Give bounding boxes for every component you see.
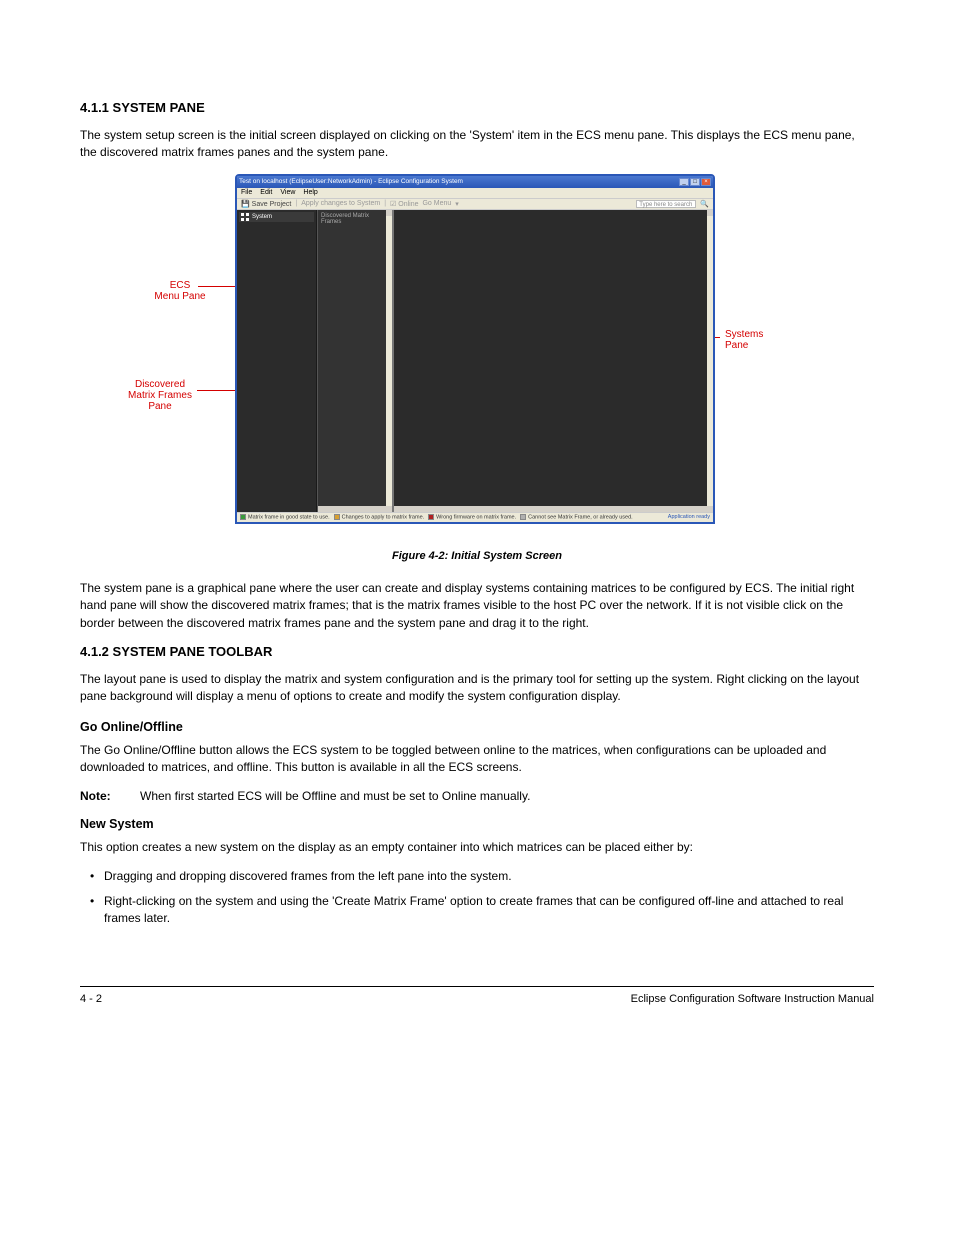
window-title: Test on localhost (EclipseUser:NetworkAd… [239,178,463,185]
content-area: System Discovered Matrix Frames [237,210,713,512]
scrollbar-v-right[interactable] [707,210,713,512]
go-menu-button[interactable]: Go Menu [422,200,451,207]
para-3: The layout pane is used to display the m… [80,671,874,706]
close-button[interactable]: × [701,178,711,186]
status-bar: Matrix frame in good state to use. Chang… [237,512,713,522]
note-block: Note: When first started ECS will be Off… [80,789,874,803]
para-5: This option creates a new system on the … [80,839,874,856]
ecs-app-window: Test on localhost (EclipseUser:NetworkAd… [235,174,715,524]
menu-view[interactable]: View [280,189,295,196]
status-unavail: Cannot see Matrix Frame, or already used… [520,514,633,520]
system-menu-item[interactable]: System [239,212,314,222]
section-4-1-1-title: 4.1.1 SYSTEM PANE [80,100,874,115]
list-item[interactable] [320,228,390,236]
para-2: The system pane is a graphical pane wher… [80,580,874,632]
figure-caption: Figure 4-2: Initial System Screen [80,550,874,562]
discovered-matrix-frames-pane[interactable]: Discovered Matrix Frames [317,210,392,512]
bullet-2: Right-clicking on the system and using t… [80,893,874,927]
discovered-header: Discovered Matrix Frames [320,212,390,228]
figure-4-2: ECSMenu Pane DiscoveredMatrix FramesPane… [80,174,874,534]
ecs-menu-pane[interactable]: System [237,210,317,512]
sub-new-system: New System [80,817,874,831]
sub-go-online: Go Online/Offline [80,720,874,734]
manual-title: Eclipse Configuration Software Instructi… [631,993,874,1005]
bullet-1: Dragging and dropping discovered frames … [80,868,874,885]
search-input[interactable]: Type here to search [636,200,696,208]
status-good: Matrix frame in good state to use. [240,514,330,520]
menu-bar: File Edit View Help [237,188,713,198]
status-mode: Application ready [668,514,710,520]
status-changes: Changes to apply to matrix frame. [334,514,425,520]
search-icon[interactable]: 🔍 [700,200,709,208]
minimize-button[interactable]: _ [679,178,689,186]
note-label: Note: [80,789,122,803]
section-4-1-2-title: 4.1.2 SYSTEM PANE TOOLBAR [80,644,874,659]
status-wrongfw: Wrong firmware on matrix frame. [428,514,516,520]
online-toggle[interactable]: ☑ Online [390,200,418,208]
apply-changes-button[interactable]: Apply changes to System [301,200,380,207]
menu-edit[interactable]: Edit [260,189,272,196]
list-item[interactable] [320,236,390,244]
note-text: When first started ECS will be Offline a… [140,789,530,803]
para-4: The Go Online/Offline button allows the … [80,742,874,777]
save-project-button[interactable]: 💾 Save Project [241,200,291,208]
annotation-systems: SystemsPane [725,329,805,351]
scrollbar-h-right[interactable] [394,506,707,512]
page-number: 4 - 2 [80,993,102,1005]
para-1: The system setup screen is the initial s… [80,127,874,162]
annotation-discovered: DiscoveredMatrix FramesPane [120,379,200,412]
title-bar: Test on localhost (EclipseUser:NetworkAd… [237,176,713,188]
systems-pane[interactable] [392,210,713,512]
grid-icon [241,213,249,221]
scrollbar-h-mid[interactable] [318,506,386,512]
annotation-ecs-menu: ECSMenu Pane [140,280,220,302]
menu-file[interactable]: File [241,189,252,196]
maximize-button[interactable]: □ [690,178,700,186]
window-buttons: _ □ × [679,178,711,186]
menu-help[interactable]: Help [303,189,317,196]
tool-bar: 💾 Save Project | Apply changes to System… [237,198,713,210]
footer: 4 - 2 Eclipse Configuration Software Ins… [80,986,874,1005]
